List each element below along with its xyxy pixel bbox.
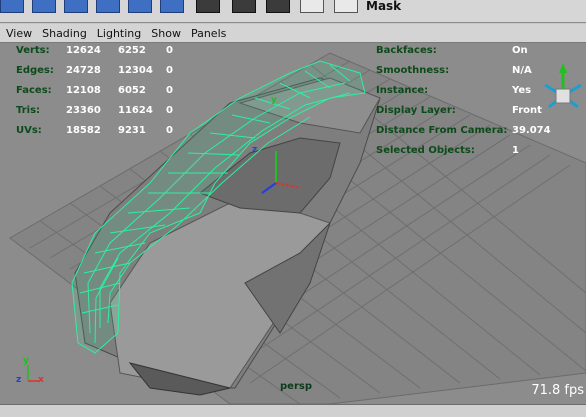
panel-menubar: View Shading Lighting Show Panels: [0, 24, 586, 43]
hud-stat-faces-b: 6052: [118, 85, 146, 96]
hud-label-display-layer: Display Layer:: [376, 105, 456, 116]
hud-value-smoothness: N/A: [512, 65, 532, 76]
hud-stat-verts-a: 12624: [66, 45, 101, 56]
corner-axis-label-y: y: [23, 356, 29, 366]
origin-axis-label-y: y: [271, 95, 277, 105]
menu-shading[interactable]: Shading: [36, 27, 91, 40]
shelf-tool-icon-2[interactable]: [32, 0, 56, 13]
hud-stat-tris-a: 23360: [66, 105, 101, 116]
hud-stat-verts-c: 0: [166, 45, 173, 56]
shelf-tool-icon-7[interactable]: [196, 0, 220, 13]
hud-stat-faces-a: 12108: [66, 85, 101, 96]
shelf-toolbar: Mask: [0, 0, 586, 23]
hud-label-instance: Instance:: [376, 85, 429, 96]
hud-stat-uvs-c: 0: [166, 125, 173, 136]
hud-stat-edges-c: 0: [166, 65, 173, 76]
shelf-tool-icon-6[interactable]: [160, 0, 184, 13]
hud-stat-label-edges: Edges:: [16, 65, 54, 76]
hud-stat-verts-b: 6252: [118, 45, 146, 56]
hud-stat-label-tris: Tris:: [16, 105, 41, 116]
hud-stat-tris-c: 0: [166, 105, 173, 116]
view-cube-icon: [544, 63, 582, 109]
hud-value-backfaces: On: [512, 45, 528, 56]
shelf-tool-icon-5[interactable]: [128, 0, 152, 13]
shelf-tool-icon-10[interactable]: [300, 0, 324, 13]
camera-name-label: persp: [280, 381, 312, 392]
viewport-scene: [9, 52, 586, 404]
shelf-tool-icon-8[interactable]: [232, 0, 256, 13]
bottom-bar: [0, 404, 586, 417]
fps-readout: 71.8 fps: [531, 383, 584, 398]
hud-stat-label-verts: Verts:: [16, 45, 50, 56]
origin-axis-label-z: z: [252, 145, 258, 155]
menu-panels[interactable]: Panels: [185, 27, 230, 40]
menu-view[interactable]: View: [0, 27, 36, 40]
hud-value-display-layer: Front: [512, 105, 542, 116]
hud-value-instance: Yes: [512, 85, 532, 96]
menu-show[interactable]: Show: [145, 27, 185, 40]
corner-axis-label-z: z: [16, 375, 22, 385]
shelf-tool-icon-3[interactable]: [64, 0, 88, 13]
corner-axis-label-x: x: [38, 375, 44, 385]
hud-stat-label-uvs: UVs:: [16, 125, 42, 136]
hud-stat-faces-c: 0: [166, 85, 173, 96]
mask-label[interactable]: Mask: [366, 0, 401, 13]
hud-stat-uvs-b: 9231: [118, 125, 146, 136]
hud-stat-uvs-a: 18582: [66, 125, 101, 136]
shelf-tool-icon-1[interactable]: [0, 0, 24, 13]
hud-label-smoothness: Smoothness:: [376, 65, 450, 76]
hud-label-backfaces: Backfaces:: [376, 45, 437, 56]
hud-stat-edges-b: 12304: [118, 65, 153, 76]
hud-value-selected-objects: 1: [512, 145, 519, 156]
shelf-tool-icon-4[interactable]: [96, 0, 120, 13]
hud-label-selected-objects: Selected Objects:: [376, 145, 475, 156]
perspective-viewport[interactable]: Verts: 12624 6252 0 Edges: 24728 12304 0…: [0, 43, 586, 404]
hud-stat-edges-a: 24728: [66, 65, 101, 76]
hud-value-distance-from-camera: 39.074: [512, 125, 551, 136]
hud-stat-tris-b: 11624: [118, 105, 153, 116]
hud-label-distance-from-camera: Distance From Camera:: [376, 125, 508, 136]
menu-lighting[interactable]: Lighting: [91, 27, 145, 40]
hud-stat-label-faces: Faces:: [16, 85, 52, 96]
mask-icon[interactable]: [334, 0, 358, 13]
shelf-tool-icon-9[interactable]: [266, 0, 290, 13]
